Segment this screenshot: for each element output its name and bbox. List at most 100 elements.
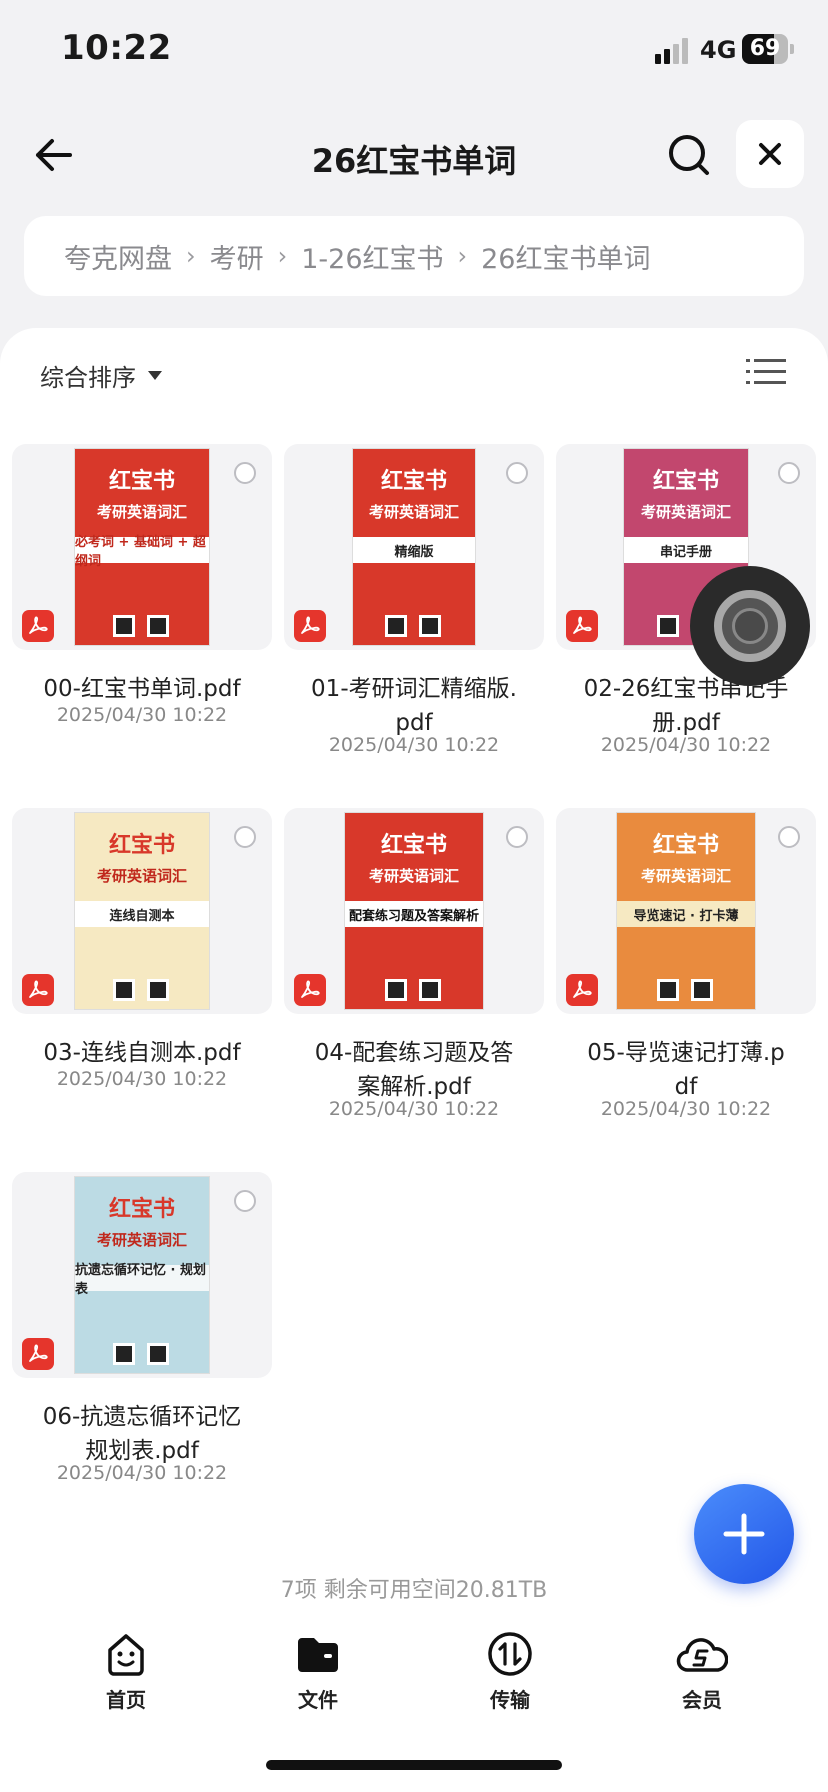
- file-name[interactable]: 04-配套练习题及答 案解析.pdf: [284, 1036, 544, 1104]
- cover-title: 红宝书: [380, 833, 447, 858]
- file-date: 2025/04/30 10:22: [56, 1068, 228, 1090]
- file-name-line: 04-配套练习题及答: [314, 1040, 514, 1066]
- qr-code-image: [419, 615, 441, 637]
- caret-down-icon: [148, 371, 162, 380]
- battery-level-text: 69: [749, 36, 781, 61]
- file-date: 2025/04/30 10:22: [600, 1098, 772, 1120]
- breadcrumb-item[interactable]: 1-26红宝书: [301, 237, 443, 276]
- cover-title: 红宝书: [652, 833, 719, 858]
- cellular-signal-icon: [655, 38, 688, 64]
- select-checkbox[interactable]: [234, 462, 256, 484]
- select-checkbox[interactable]: [778, 462, 800, 484]
- tab-label: 传输: [490, 1688, 530, 1712]
- select-checkbox[interactable]: [234, 826, 256, 848]
- select-checkbox[interactable]: [234, 1190, 256, 1212]
- qr-code-image: [113, 979, 135, 1001]
- chevron-right-icon: ›: [186, 242, 196, 270]
- file-date: 2025/04/30 10:22: [56, 1462, 228, 1484]
- file-thumbnail[interactable]: 红宝书 考研英语词汇 导览速记 · 打卡薄: [556, 808, 816, 1014]
- navigation-bar: 26红宝书单词: [0, 110, 828, 200]
- close-button[interactable]: [736, 120, 804, 188]
- book-cover-image: 红宝书 考研英语词汇 配套练习题及答案解析: [344, 812, 484, 1010]
- select-checkbox[interactable]: [506, 462, 528, 484]
- cover-subtitle: 考研英语词汇: [96, 503, 187, 521]
- cover-band: 必考词 + 基础词 + 超纲词: [75, 535, 209, 569]
- cover-subtitle: 考研英语词汇: [368, 503, 459, 521]
- breadcrumb-item-current: 26红宝书单词: [481, 243, 651, 275]
- qr-code-image: [113, 1343, 135, 1365]
- pdf-file-icon: [294, 610, 326, 642]
- tab-vip[interactable]: 会员: [642, 1630, 762, 1713]
- qr-code-image: [113, 615, 135, 637]
- status-bar: 10:22 4G 69: [0, 0, 828, 100]
- file-name-line: 06-抗遗忘循环记忆: [42, 1404, 242, 1430]
- vip-cloud-icon: [676, 1638, 728, 1672]
- qr-code-image: [147, 1343, 169, 1365]
- breadcrumb-item[interactable]: 夸克网盘: [64, 237, 172, 276]
- transfer-icon: [488, 1632, 532, 1676]
- add-button[interactable]: [694, 1484, 794, 1584]
- tab-files[interactable]: 文件: [258, 1630, 378, 1713]
- file-name[interactable]: 06-抗遗忘循环记忆 规划表.pdf: [12, 1400, 272, 1468]
- pdf-file-icon: [294, 974, 326, 1006]
- status-time: 10:22: [61, 28, 172, 68]
- book-cover-image: 红宝书 考研英语词汇 导览速记 · 打卡薄: [616, 812, 756, 1010]
- qr-code-image: [147, 979, 169, 1001]
- tab-label: 会员: [682, 1688, 722, 1712]
- sort-dropdown[interactable]: 综合排序: [40, 358, 162, 393]
- breadcrumb: 夸克网盘 › 考研 › 1-26红宝书 › 26红宝书单词: [24, 216, 804, 296]
- tab-label: 文件: [298, 1688, 338, 1712]
- pdf-file-icon: [22, 974, 54, 1006]
- select-checkbox[interactable]: [506, 826, 528, 848]
- pdf-file-icon: [22, 610, 54, 642]
- cover-title: 红宝书: [108, 1197, 175, 1222]
- file-thumbnail[interactable]: 红宝书 考研英语词汇 连线自测本: [12, 808, 272, 1014]
- sort-label: 综合排序: [40, 364, 136, 392]
- file-date: 2025/04/30 10:22: [328, 734, 500, 756]
- assistive-touch-ring: [714, 590, 786, 662]
- pdf-file-icon: [566, 610, 598, 642]
- cover-band: 连线自测本: [75, 901, 209, 927]
- cover-band: 配套练习题及答案解析: [345, 901, 483, 927]
- search-icon[interactable]: [664, 130, 714, 180]
- qr-code-image: [385, 979, 407, 1001]
- pdf-file-icon: [22, 1338, 54, 1370]
- plus-icon: [723, 1513, 765, 1555]
- cover-title: 红宝书: [108, 833, 175, 858]
- file-name[interactable]: 01-考研词汇精缩版. pdf: [284, 672, 544, 740]
- assistive-touch-center: [732, 608, 768, 644]
- home-indicator: [266, 1760, 562, 1770]
- network-type: 4G: [700, 36, 737, 64]
- chevron-right-icon: ›: [277, 242, 288, 270]
- qr-code-image: [691, 979, 713, 1001]
- cover-title: 红宝书: [108, 469, 175, 494]
- tab-transfer[interactable]: 传输: [450, 1630, 570, 1713]
- breadcrumb-item[interactable]: 考研: [210, 237, 264, 276]
- qr-code-image: [419, 979, 441, 1001]
- tab-home[interactable]: 首页: [66, 1630, 186, 1713]
- home-smile-icon: [108, 1634, 144, 1676]
- cover-title: 红宝书: [652, 469, 719, 494]
- storage-summary: 7项 剩余可用空间20.81TB: [280, 1578, 548, 1603]
- file-name[interactable]: 03-连线自测本.pdf: [12, 1036, 272, 1070]
- assistive-touch-button[interactable]: [690, 566, 810, 686]
- file-date: 2025/04/30 10:22: [56, 704, 228, 726]
- file-name[interactable]: 05-导览速记打薄.p df: [556, 1036, 816, 1104]
- chevron-right-icon: ›: [457, 242, 468, 270]
- file-name[interactable]: 02-26红宝书串记手 册.pdf: [556, 672, 816, 740]
- file-name-line: 05-导览速记打薄.p: [587, 1040, 785, 1066]
- file-name[interactable]: 00-红宝书单词.pdf: [12, 672, 272, 706]
- close-icon: [759, 143, 781, 165]
- qr-code-image: [385, 615, 407, 637]
- select-checkbox[interactable]: [778, 826, 800, 848]
- file-thumbnail[interactable]: 红宝书 考研英语词汇 抗遗忘循环记忆 · 规划表: [12, 1172, 272, 1378]
- cover-band: 精缩版: [353, 537, 475, 563]
- file-name-line: 00-红宝书单词.pdf: [43, 676, 241, 702]
- pdf-file-icon: [566, 974, 598, 1006]
- file-thumbnail[interactable]: 红宝书考研英语词汇必考词 + 基础词 + 超纲词: [12, 444, 272, 650]
- list-view-toggle-icon[interactable]: [746, 356, 786, 388]
- battery-tip: [790, 44, 794, 54]
- cover-title: 红宝书: [380, 469, 447, 494]
- file-thumbnail[interactable]: 红宝书考研英语词汇精缩版: [284, 444, 544, 650]
- file-thumbnail[interactable]: 红宝书 考研英语词汇 配套练习题及答案解析: [284, 808, 544, 1014]
